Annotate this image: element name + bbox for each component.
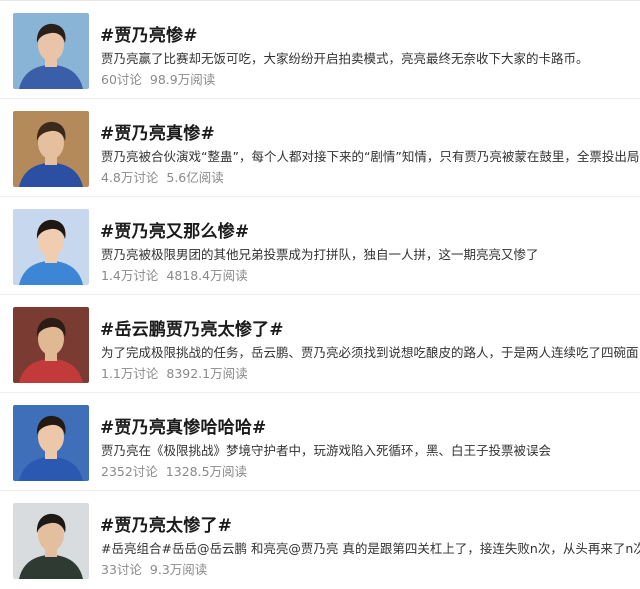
topic-item[interactable]: #贾乃亮太惨了# #岳亮组合#岳岳@岳云鹏 和亮亮@贾乃亮 真的是跟第四关杠上了… <box>0 491 640 589</box>
read-count: 1328.5万阅读 <box>165 464 248 479</box>
topic-title[interactable]: #贾乃亮又那么惨# <box>100 217 249 242</box>
topic-thumbnail <box>13 405 89 481</box>
topic-stats: 33讨论 9.3万阅读 <box>101 559 207 578</box>
topic-title[interactable]: #贾乃亮太惨了# <box>100 511 232 536</box>
topic-thumbnail <box>13 209 89 285</box>
read-count: 98.9万阅读 <box>149 72 216 87</box>
person-photo-icon <box>13 13 89 89</box>
topic-list: #贾乃亮惨# 贾乃亮赢了比赛却无饭可吃，大家纷纷开启拍卖模式，亮亮最终无奈收下大… <box>0 0 640 584</box>
topic-item[interactable]: #贾乃亮真惨# 贾乃亮被合伙演戏“整蛊”，每个人都对接下来的“剧情”知情，只有贾… <box>0 99 640 197</box>
topic-description: 贾乃亮在《极限挑战》梦境守护者中，玩游戏陷入死循环，黑、白王子投票被误会 <box>101 443 552 458</box>
topic-stats: 1.4万讨论 4818.4万阅读 <box>101 265 248 284</box>
topic-stats: 4.8万讨论 5.6亿阅读 <box>101 167 224 186</box>
read-count: 4818.4万阅读 <box>166 268 248 283</box>
topic-thumbnail <box>13 111 89 187</box>
topic-description: 贾乃亮被极限男团的其他兄弟投票成为打拼队，独自一人拼，这一期亮亮又惨了 <box>101 247 539 262</box>
topic-description: 贾乃亮被合伙演戏“整蛊”，每个人都对接下来的“剧情”知情，只有贾乃亮被蒙在鼓里，… <box>101 149 640 164</box>
person-photo-icon <box>13 503 89 579</box>
topic-item[interactable]: #贾乃亮又那么惨# 贾乃亮被极限男团的其他兄弟投票成为打拼队，独自一人拼，这一期… <box>0 197 640 295</box>
topic-thumbnail <box>13 307 89 383</box>
discussion-count: 1.1万讨论 <box>101 366 159 381</box>
discussion-count: 33讨论 <box>101 562 142 577</box>
topic-stats: 1.1万讨论 8392.1万阅读 <box>101 363 248 382</box>
person-photo-icon <box>13 405 89 481</box>
topic-title[interactable]: #贾乃亮惨# <box>100 21 198 46</box>
topic-description: 贾乃亮赢了比赛却无饭可吃，大家纷纷开启拍卖模式，亮亮最终无奈收下大家的卡路币。 <box>101 51 589 66</box>
topic-stats: 60讨论 98.9万阅读 <box>101 69 215 88</box>
person-photo-icon <box>13 111 89 187</box>
topic-description: #岳亮组合#岳岳@岳云鹏 和亮亮@贾乃亮 真的是跟第四关杠上了，接连失败n次，从… <box>101 541 640 556</box>
topic-title[interactable]: #贾乃亮真惨哈哈哈# <box>100 413 267 438</box>
discussion-count: 60讨论 <box>101 72 142 87</box>
topic-title[interactable]: #岳云鹏贾乃亮太惨了# <box>100 315 284 340</box>
topic-item[interactable]: #岳云鹏贾乃亮太惨了# 为了完成极限挑战的任务，岳云鹏、贾乃亮必须找到说想吃酿皮… <box>0 295 640 393</box>
discussion-count: 2352讨论 <box>101 464 158 479</box>
topic-stats: 2352讨论 1328.5万阅读 <box>101 461 247 480</box>
person-photo-icon <box>13 307 89 383</box>
topic-description: 为了完成极限挑战的任务，岳云鹏、贾乃亮必须找到说想吃酿皮的路人，于是两人连续吃了… <box>101 345 639 360</box>
topic-thumbnail <box>13 13 89 89</box>
topic-item[interactable]: #贾乃亮真惨哈哈哈# 贾乃亮在《极限挑战》梦境守护者中，玩游戏陷入死循环，黑、白… <box>0 393 640 491</box>
discussion-count: 4.8万讨论 <box>101 170 159 185</box>
discussion-count: 1.4万讨论 <box>101 268 159 283</box>
read-count: 5.6亿阅读 <box>166 170 224 185</box>
person-photo-icon <box>13 209 89 285</box>
topic-thumbnail <box>13 503 89 579</box>
topic-item[interactable]: #贾乃亮惨# 贾乃亮赢了比赛却无饭可吃，大家纷纷开启拍卖模式，亮亮最终无奈收下大… <box>0 1 640 99</box>
read-count: 8392.1万阅读 <box>166 366 248 381</box>
read-count: 9.3万阅读 <box>149 562 208 577</box>
topic-title[interactable]: #贾乃亮真惨# <box>100 119 215 144</box>
